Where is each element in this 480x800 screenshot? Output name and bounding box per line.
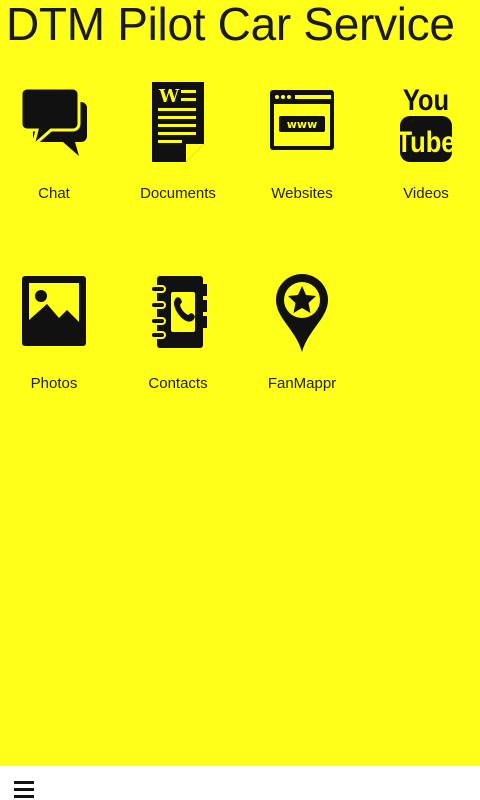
chat-icon bbox=[19, 86, 87, 156]
contacts-book-icon bbox=[150, 276, 207, 348]
grid-item-photos[interactable]: Photos bbox=[0, 270, 116, 400]
map-pin-star-icon bbox=[276, 274, 328, 352]
doc-letter: W bbox=[158, 86, 180, 107]
grid-item-label: Videos bbox=[403, 185, 449, 202]
grid-item-fanmappr[interactable]: FanMappr bbox=[240, 270, 364, 400]
hamburger-menu-icon[interactable] bbox=[14, 780, 34, 798]
grid-item-chat[interactable]: Chat bbox=[0, 80, 116, 210]
bottom-bar bbox=[0, 766, 480, 800]
grid-item-contacts[interactable]: Contacts bbox=[116, 270, 240, 400]
grid-item-label: Contacts bbox=[148, 375, 208, 392]
www-text: www bbox=[287, 118, 318, 131]
web-browser-icon: www bbox=[270, 90, 334, 150]
grid-item-label: Documents bbox=[140, 185, 216, 202]
grid-item-label: Photos bbox=[30, 375, 78, 392]
grid-item-label: Chat bbox=[38, 185, 70, 202]
photo-icon bbox=[22, 276, 86, 346]
grid-item-documents[interactable]: W Documents bbox=[116, 80, 240, 210]
document-icon: W bbox=[152, 82, 204, 162]
youtube-you-text: You bbox=[403, 83, 449, 116]
youtube-icon: You Tube bbox=[396, 83, 455, 162]
grid-item-label: FanMappr bbox=[267, 375, 337, 392]
grid-item-videos[interactable]: You Tube Videos bbox=[364, 80, 480, 210]
grid-item-label: Websites bbox=[271, 185, 333, 202]
app-screen: DTM Pilot Car Service Chat W Documents w… bbox=[0, 0, 480, 800]
app-title: DTM Pilot Car Service bbox=[6, 0, 455, 50]
youtube-tube-text: Tube bbox=[396, 125, 455, 158]
grid-item-websites[interactable]: www Websites bbox=[240, 80, 364, 210]
